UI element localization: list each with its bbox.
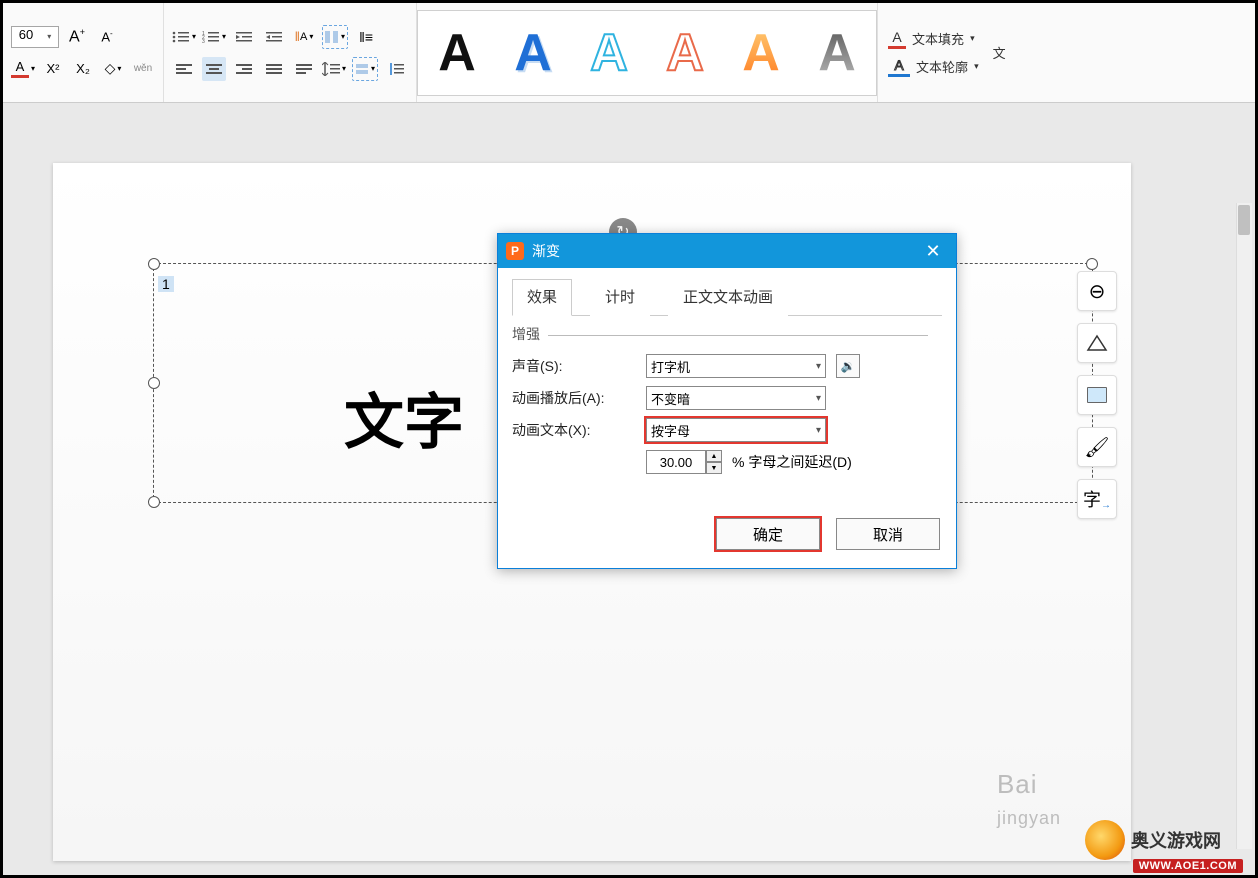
tab-timing[interactable]: 计时 bbox=[590, 279, 650, 316]
distribute-icon[interactable] bbox=[292, 57, 316, 81]
phonetic-icon[interactable]: wěn bbox=[131, 57, 155, 81]
text-fill-icon: A bbox=[892, 29, 901, 45]
align-right-icon[interactable] bbox=[232, 57, 256, 81]
font-size-selector[interactable]: 60▾ bbox=[11, 26, 59, 48]
animation-order-badge: 1 bbox=[158, 276, 174, 292]
text-direction-icon[interactable]: ǁA▾ bbox=[292, 25, 316, 49]
ok-button[interactable]: 确定 bbox=[716, 518, 820, 550]
anim-text-select[interactable]: 按字母▾ bbox=[646, 418, 826, 442]
text-style-orange-gradient[interactable]: A bbox=[726, 18, 796, 88]
superscript-icon[interactable]: X² bbox=[41, 57, 65, 81]
paragraph-group: ▾ 123▾ ǁA▾ ▾ ǁ≡ ▾ ▾ bbox=[164, 3, 417, 102]
speaker-icon: 🔉 bbox=[841, 359, 856, 373]
columns-icon[interactable]: ▾ bbox=[322, 25, 348, 49]
delay-spinner[interactable]: ▲ ▼ bbox=[646, 450, 722, 474]
flame-icon bbox=[1085, 820, 1125, 860]
text-style-gallery[interactable]: A A A A A A bbox=[417, 10, 877, 96]
spacing-settings-icon[interactable] bbox=[384, 57, 408, 81]
dialog-body: 效果 计时 正文文本动画 增强 声音(S): 打字机▾ 🔉 动画播放后(A): … bbox=[498, 268, 956, 502]
paragraph-spacing-icon[interactable]: ▾ bbox=[352, 57, 378, 81]
line-spacing-icon[interactable]: ▾ bbox=[322, 57, 346, 81]
align-justify-icon[interactable] bbox=[262, 57, 286, 81]
vertical-align-icon[interactable]: ǁ≡ bbox=[354, 25, 378, 49]
watermark: Baijingyan bbox=[997, 769, 1061, 831]
dialog-tabs: 效果 计时 正文文本动画 bbox=[512, 278, 942, 316]
clear-format-icon[interactable]: ◇▾ bbox=[101, 57, 125, 81]
text-fill-button[interactable]: A 文本填充▾ bbox=[888, 29, 979, 49]
text-convert-icon[interactable]: 字→ bbox=[1077, 479, 1117, 519]
text-style-gallery-group: A A A A A A bbox=[417, 3, 878, 102]
numbering-icon[interactable]: 123▾ bbox=[202, 25, 226, 49]
text-outline-button[interactable]: A 文本轮廓▾ bbox=[888, 57, 979, 77]
text-style-gray-gradient[interactable]: A bbox=[802, 18, 872, 88]
section-enhance-label: 增强 bbox=[512, 324, 942, 344]
site-logo: 奥义游戏网 WWW.AOE1.COM bbox=[1085, 805, 1255, 875]
floating-toolbar: ⊖ 🖌 字→ bbox=[1077, 271, 1117, 519]
format-painter-icon[interactable]: 🖌 bbox=[1077, 427, 1117, 467]
textbox-content[interactable]: 文字 bbox=[344, 374, 464, 461]
resize-handle[interactable] bbox=[1086, 258, 1098, 270]
logo-text: 奥义游戏网 bbox=[1131, 827, 1221, 853]
dialog-title: 渐变 bbox=[532, 241, 560, 261]
svg-text:3: 3 bbox=[202, 39, 205, 44]
slide-canvas-area: 1 ↻ 文字 ⊖ 🖌 字→ Baijingyan bbox=[3, 103, 1255, 875]
vertical-scrollbar[interactable] bbox=[1236, 203, 1252, 849]
logo-url: WWW.AOE1.COM bbox=[1133, 859, 1243, 873]
align-left-icon[interactable] bbox=[172, 57, 196, 81]
app-logo-icon: P bbox=[506, 242, 524, 260]
animation-effect-dialog: P 渐变 ✕ 效果 计时 正文文本动画 增强 声音(S): 打字机▾ 🔉 bbox=[497, 233, 957, 569]
text-effects-truncated[interactable]: 文 bbox=[989, 3, 1016, 102]
text-format-group: A 文本填充▾ A 文本轮廓▾ bbox=[878, 3, 989, 102]
dialog-titlebar[interactable]: P 渐变 ✕ bbox=[498, 234, 956, 268]
label-delay: % 字母之间延迟(D) bbox=[732, 452, 852, 472]
label-anim-text: 动画文本(X): bbox=[512, 420, 636, 440]
tab-text-animation[interactable]: 正文文本动画 bbox=[668, 279, 788, 316]
text-style-solid-black[interactable]: A bbox=[422, 18, 492, 88]
sound-select[interactable]: 打字机▾ bbox=[646, 354, 826, 378]
decrease-font-icon[interactable]: A- bbox=[95, 25, 119, 49]
text-style-outline-cyan[interactable]: A bbox=[574, 18, 644, 88]
after-anim-select[interactable]: 不变暗▾ bbox=[646, 386, 826, 410]
resize-handle[interactable] bbox=[148, 496, 160, 508]
scrollbar-thumb[interactable] bbox=[1238, 205, 1250, 235]
dialog-footer: 确定 取消 bbox=[498, 502, 956, 568]
decrease-indent-icon[interactable] bbox=[232, 25, 256, 49]
cancel-button[interactable]: 取消 bbox=[836, 518, 940, 550]
delay-input[interactable] bbox=[646, 450, 706, 474]
label-sound: 声音(S): bbox=[512, 356, 636, 376]
ribbon-toolbar: 60▾ A+ A- A▾ X² X₂ ◇▾ wěn ▾ 123▾ bbox=[3, 3, 1255, 103]
text-style-blue-shadow[interactable]: A bbox=[498, 18, 568, 88]
increase-font-icon[interactable]: A+ bbox=[65, 25, 89, 49]
spinner-down-icon[interactable]: ▼ bbox=[706, 462, 722, 474]
layout-options-icon[interactable] bbox=[1077, 375, 1117, 415]
font-color-icon[interactable]: A▾ bbox=[11, 57, 35, 81]
resize-handle[interactable] bbox=[148, 258, 160, 270]
close-button[interactable]: ✕ bbox=[918, 236, 948, 266]
app-window: 60▾ A+ A- A▾ X² X₂ ◇▾ wěn ▾ 123▾ bbox=[0, 0, 1258, 878]
shape-style-icon[interactable] bbox=[1077, 323, 1117, 363]
bullets-icon[interactable]: ▾ bbox=[172, 25, 196, 49]
resize-handle[interactable] bbox=[148, 377, 160, 389]
label-after-anim: 动画播放后(A): bbox=[512, 388, 636, 408]
collapse-button-icon[interactable]: ⊖ bbox=[1077, 271, 1117, 311]
font-size-group: 60▾ A+ A- A▾ X² X₂ ◇▾ wěn bbox=[3, 3, 164, 102]
increase-indent-icon[interactable] bbox=[262, 25, 286, 49]
subscript-icon[interactable]: X₂ bbox=[71, 57, 95, 81]
text-style-outline-red[interactable]: A bbox=[650, 18, 720, 88]
play-sound-button[interactable]: 🔉 bbox=[836, 354, 860, 378]
text-outline-icon: A bbox=[894, 57, 903, 73]
align-center-icon[interactable] bbox=[202, 57, 226, 81]
tab-effect[interactable]: 效果 bbox=[512, 279, 572, 316]
spinner-up-icon[interactable]: ▲ bbox=[706, 450, 722, 462]
